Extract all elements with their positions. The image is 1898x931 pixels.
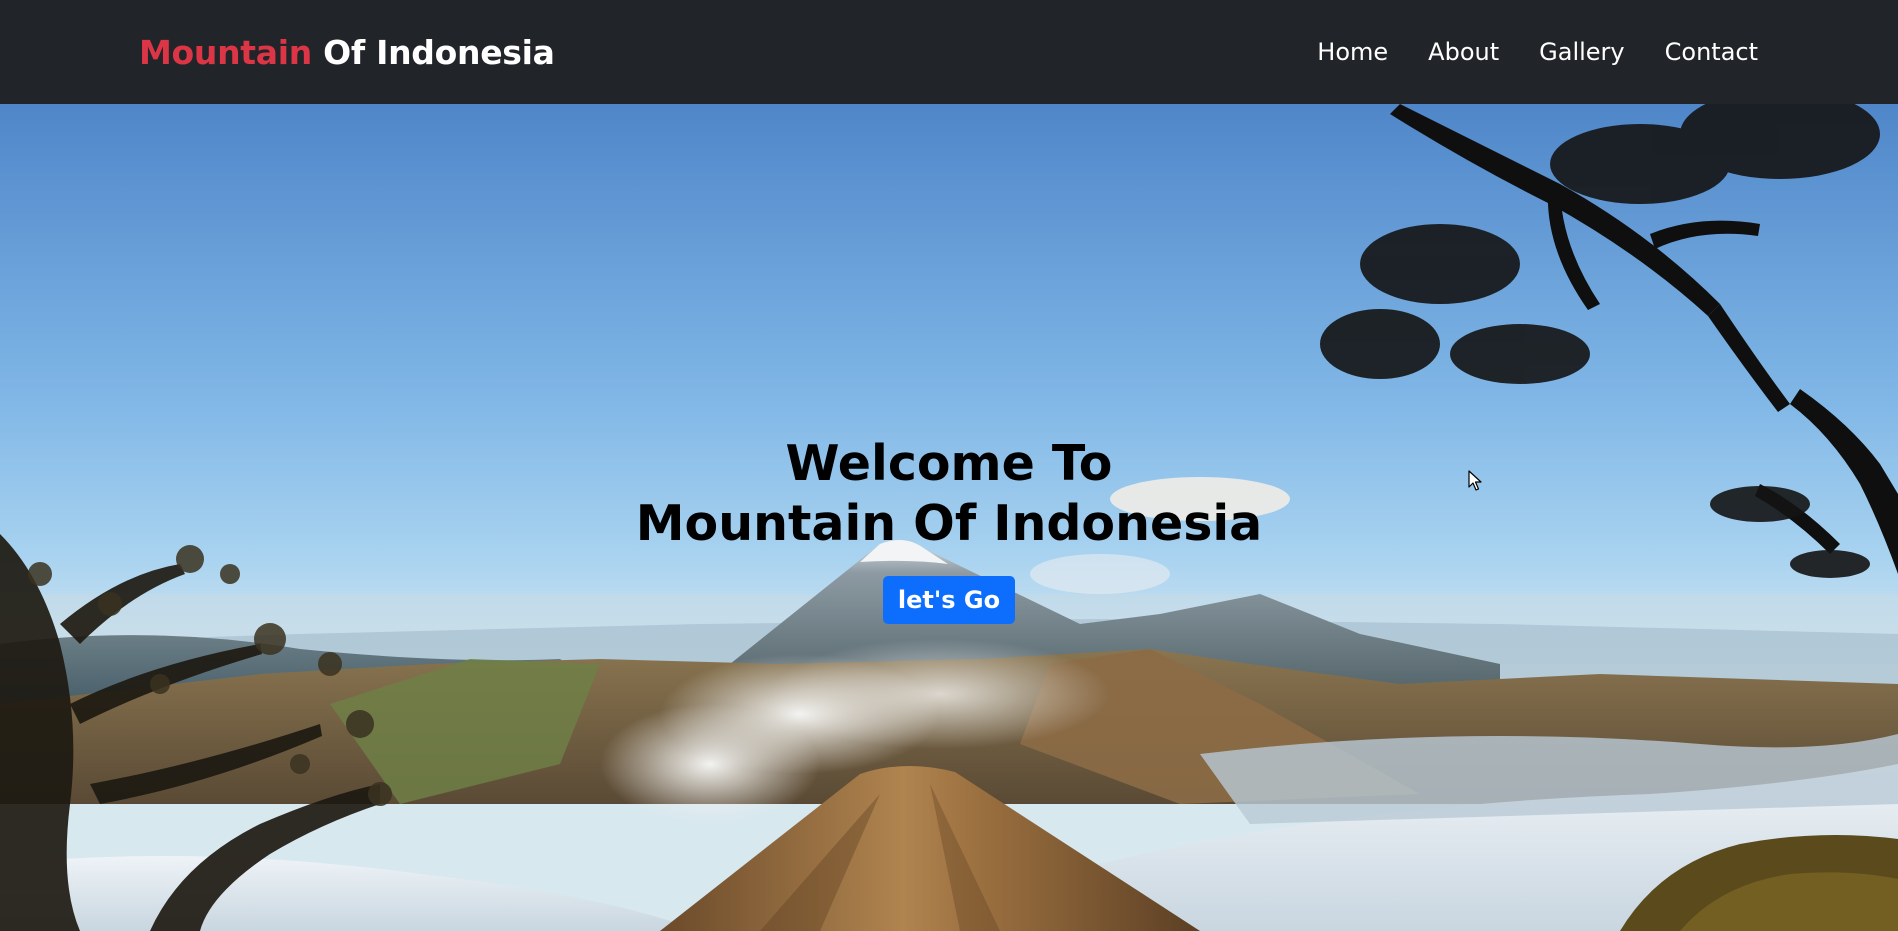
navbar: Mountain Of Indonesia Home About Gallery… <box>0 0 1898 104</box>
hero-title-line1: Welcome To <box>785 435 1113 492</box>
nav-item-about: About <box>1428 38 1499 66</box>
nav-link-contact[interactable]: Contact <box>1665 38 1758 66</box>
hero-section: Welcome To Mountain Of Indonesia let's G… <box>0 104 1898 931</box>
nav-item-gallery: Gallery <box>1539 38 1624 66</box>
nav-item-home: Home <box>1317 38 1388 66</box>
nav-link-gallery[interactable]: Gallery <box>1539 38 1624 66</box>
mouse-cursor-icon <box>1468 470 1482 491</box>
hero-title-line2: Mountain Of Indonesia <box>635 495 1263 552</box>
brand-accent-text: Mountain <box>139 32 312 72</box>
brand-rest-text: Of Indonesia <box>311 32 555 72</box>
nav-link-about[interactable]: About <box>1428 38 1499 66</box>
hero-content: Welcome To Mountain Of Indonesia let's G… <box>0 434 1898 624</box>
brand-logo-link[interactable]: Mountain Of Indonesia <box>139 33 555 72</box>
nav-link-home[interactable]: Home <box>1317 38 1388 66</box>
nav-links: Home About Gallery Contact <box>1317 38 1758 66</box>
hero-title: Welcome To Mountain Of Indonesia <box>0 434 1898 554</box>
lets-go-button[interactable]: let's Go <box>882 576 1016 624</box>
nav-item-contact: Contact <box>1665 38 1758 66</box>
